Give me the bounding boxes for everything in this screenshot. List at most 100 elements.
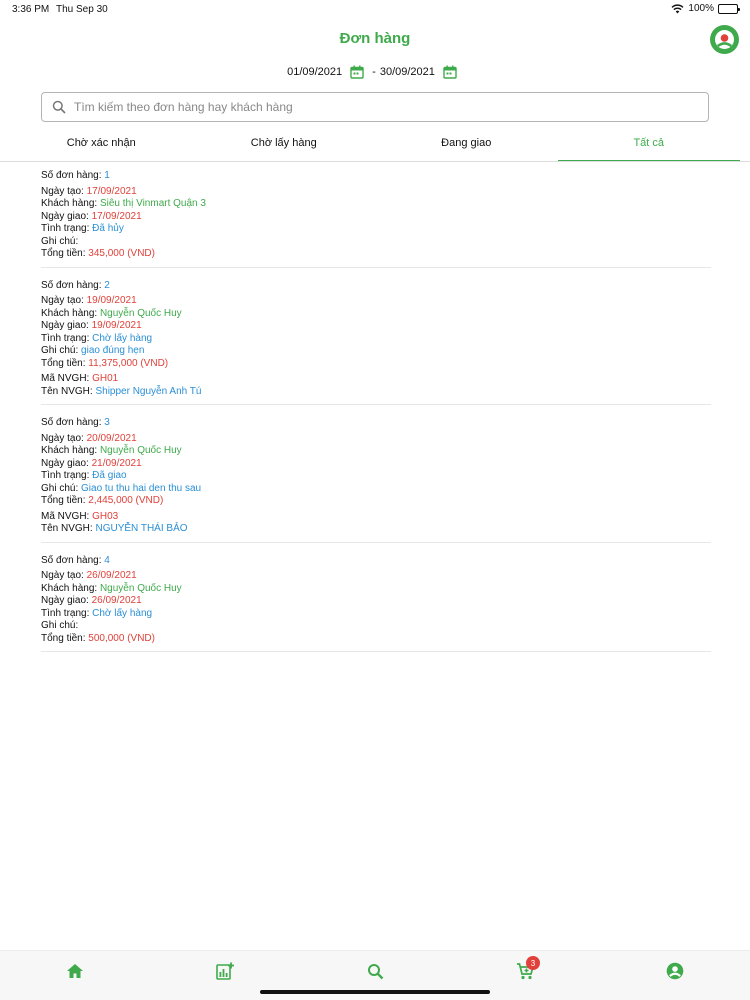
nav-home-button[interactable] [65, 961, 85, 981]
created-date: 19/09/2021 [86, 295, 137, 306]
order-total: 345,000 (VND) [88, 248, 155, 259]
date-from[interactable]: 01/09/2021 [287, 66, 342, 78]
order-status: Chờ lấy hàng [92, 332, 153, 344]
delivery-date: 17/09/2021 [91, 210, 142, 222]
tab-all[interactable]: Tất cả [557, 132, 741, 162]
created-date-label: Ngày tạo: [41, 570, 84, 581]
order-total: 500,000 (VND) [88, 632, 155, 644]
total-label: Tổng tiền: [41, 632, 86, 644]
customer-label: Khách hàng: [41, 445, 98, 456]
calendar-to-icon[interactable] [443, 65, 457, 79]
user-icon [715, 30, 734, 49]
shipper-name-label: Tên NVGH: [41, 523, 93, 534]
date-separator: - [372, 66, 376, 78]
created-date: 17/09/2021 [86, 185, 137, 197]
order-status: Đã hủy [92, 223, 124, 234]
order-total: 11,375,000 (VND) [88, 357, 169, 369]
order-number: 1 [104, 170, 110, 181]
search-box[interactable] [41, 92, 709, 122]
home-icon [67, 964, 83, 978]
shipper-code-label: Mã NVGH: [41, 373, 90, 384]
created-date-label: Ngày tạo: [41, 432, 84, 444]
customer-name: Nguyễn Quốc Huy [99, 445, 182, 456]
order-card[interactable]: Số đơn hàng: 4 Ngày tạo: 26/09/2021 Khác… [41, 554, 711, 652]
battery-icon [718, 3, 740, 14]
tab-awaiting-pickup[interactable]: Chờ lấy hàng [193, 132, 376, 162]
status-label: Tình trạng: [41, 332, 90, 344]
tab-pending-confirmation[interactable]: Chờ xác nhận [10, 132, 193, 162]
nav-create-order-button[interactable] [215, 961, 235, 981]
date-range: 01/09/2021 - 30/09/2021 [0, 65, 750, 79]
status-right: 100% [671, 3, 740, 14]
order-number-label: Số đơn hàng: [41, 279, 102, 291]
order-number: 2 [104, 279, 110, 291]
nav-search-button[interactable] [365, 961, 385, 981]
home-indicator [260, 990, 490, 994]
status-time: 3:36 PM [12, 4, 50, 15]
order-status: Chờ lấy hàng [92, 607, 153, 619]
shipper-code-label: Mã NVGH: [41, 510, 90, 522]
battery-percent: 100% [688, 3, 714, 14]
shipper-name-label: Tên NVGH: [41, 385, 93, 397]
delivery-date-label: Ngày giao: [41, 320, 89, 331]
delivery-date-label: Ngày giao: [41, 595, 89, 606]
search-input[interactable] [74, 100, 708, 114]
order-number: 4 [104, 554, 110, 566]
customer-name: Siêu thị Vinmart Quận 3 [99, 198, 206, 209]
order-card[interactable]: Số đơn hàng: 1 Ngày tạo: 17/09/2021 Khác… [41, 170, 711, 268]
delivery-date: 19/09/2021 [91, 320, 142, 331]
note-label: Ghi chú: [41, 345, 79, 356]
tab-delivering[interactable]: Đang giao [375, 132, 558, 162]
order-number: 3 [104, 417, 110, 428]
delivery-date-label: Ngày giao: [41, 210, 89, 222]
note-label: Ghi chú: [41, 482, 79, 494]
order-list: Số đơn hàng: 1 Ngày tạo: 17/09/2021 Khác… [41, 170, 711, 664]
calendar-from-icon[interactable] [350, 65, 364, 79]
created-date-label: Ngày tạo: [41, 295, 84, 306]
account-icon [666, 962, 684, 980]
status-bar: 3:36 PM Thu Sep 30 100% [0, 0, 750, 18]
order-card[interactable]: Số đơn hàng: 2 Ngày tạo: 19/09/2021 Khác… [41, 279, 711, 405]
status-label: Tình trạng: [41, 470, 90, 481]
page-title: Đơn hàng [339, 30, 411, 47]
add-chart-icon [216, 962, 234, 980]
cart-count-badge: 3 [526, 956, 540, 970]
shipper-code: GH03 [92, 510, 119, 522]
note-label: Ghi chú: [41, 620, 79, 631]
order-number-label: Số đơn hàng: [41, 170, 102, 181]
wifi-icon [671, 3, 684, 13]
profile-avatar-button[interactable] [710, 25, 739, 54]
status-date: Thu Sep 30 [56, 4, 108, 15]
customer-name: Nguyễn Quốc Huy [99, 307, 182, 319]
order-note: Giao tu thu hai den thu sau [81, 482, 202, 494]
note-label: Ghi chú: [41, 235, 79, 247]
tabs-divider [0, 161, 750, 162]
total-label: Tổng tiền: [41, 495, 86, 506]
status-label: Tình trạng: [41, 607, 90, 619]
order-number-label: Số đơn hàng: [41, 417, 102, 428]
delivery-date-label: Ngày giao: [41, 457, 89, 469]
created-date: 20/09/2021 [86, 432, 137, 444]
nav-cart-button[interactable]: 3 [515, 956, 540, 981]
customer-name: Nguyễn Quốc Huy [99, 582, 182, 594]
date-to[interactable]: 30/09/2021 [380, 66, 435, 78]
customer-label: Khách hàng: [41, 582, 98, 594]
created-date: 26/09/2021 [86, 570, 137, 581]
created-date-label: Ngày tạo: [41, 185, 84, 197]
status-label: Tình trạng: [41, 223, 90, 234]
shipper-name: NGUYỄN THÁI BẢO [95, 523, 188, 534]
search-icon [367, 963, 383, 979]
customer-label: Khách hàng: [41, 198, 98, 209]
order-card[interactable]: Số đơn hàng: 3 Ngày tạo: 20/09/2021 Khác… [41, 417, 711, 543]
order-note: giao đúng hẹn [81, 345, 145, 356]
order-number-label: Số đơn hàng: [41, 554, 102, 566]
order-total: 2,445,000 (VND) [88, 495, 164, 506]
delivery-date: 21/09/2021 [91, 457, 142, 469]
customer-label: Khách hàng: [41, 307, 98, 319]
delivery-date: 26/09/2021 [91, 595, 142, 606]
order-status-tabs: Chờ xác nhận Chờ lấy hàng Đang giao Tất … [10, 132, 740, 162]
order-status: Đã giao [92, 470, 127, 481]
nav-account-button[interactable] [665, 961, 685, 981]
search-icon [52, 100, 66, 114]
shipper-code: GH01 [92, 373, 119, 384]
